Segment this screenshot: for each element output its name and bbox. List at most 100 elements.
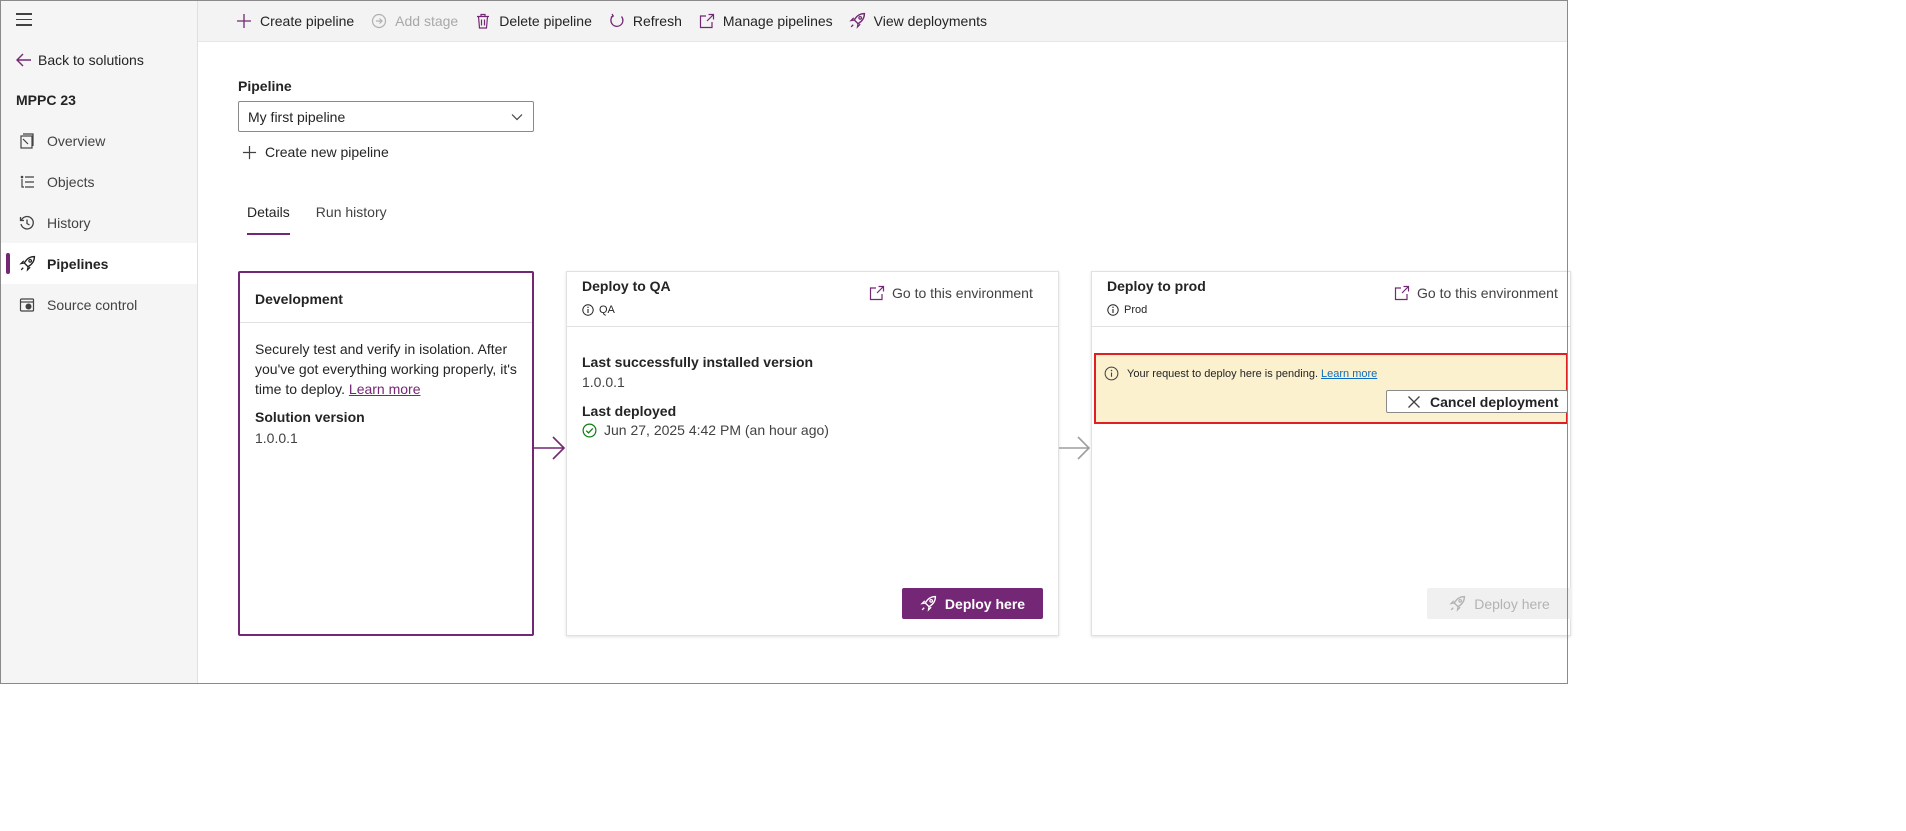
go-to-environment-link[interactable]: Go to this environment — [1394, 285, 1558, 301]
stage-arrow-icon — [534, 436, 566, 460]
open-external-icon — [869, 285, 885, 301]
tab-label: Details — [247, 204, 290, 220]
view-deployments-button[interactable]: View deployments — [849, 12, 987, 30]
tab-details[interactable]: Details — [238, 204, 299, 236]
stage-environment: Prod — [1107, 304, 1147, 316]
info-icon — [1107, 304, 1119, 316]
add-stage-button[interactable]: Add stage — [370, 12, 458, 30]
tab-run-history[interactable]: Run history — [307, 204, 396, 236]
view-deployments-label: View deployments — [873, 12, 988, 29]
objects-icon — [18, 173, 36, 191]
plus-icon — [242, 145, 257, 159]
nav-item-overview[interactable]: Overview — [0, 120, 197, 161]
nav-item-source-control[interactable]: Source control — [0, 284, 197, 325]
divider — [240, 322, 532, 323]
close-icon — [1408, 395, 1420, 408]
stage-title: Development — [255, 291, 343, 307]
open-external-icon — [698, 12, 716, 30]
back-label: Back to solutions — [38, 52, 144, 68]
create-new-pipeline-button[interactable]: Create new pipeline — [242, 144, 389, 160]
solution-name: MPPC 23 — [16, 92, 76, 108]
refresh-label: Refresh — [632, 12, 682, 29]
delete-pipeline-button[interactable]: Delete pipeline — [474, 12, 592, 30]
deploy-here-label: Deploy here — [944, 595, 1026, 612]
rocket-icon — [18, 255, 36, 273]
solution-version-value: 1.0.0.1 — [255, 430, 298, 446]
nav-label: Overview — [47, 132, 106, 149]
environment-name: QA — [599, 304, 615, 316]
nav-label: Pipelines — [47, 255, 109, 272]
stage-description: Securely test and verify in isolation. A… — [255, 339, 520, 399]
pipeline-tabs: Details Run history — [238, 204, 396, 236]
pipeline-label: Pipeline — [238, 78, 292, 94]
info-icon — [1104, 366, 1119, 381]
pipeline-dropdown[interactable]: My first pipeline — [238, 101, 534, 132]
solution-version-label: Solution version — [255, 409, 365, 425]
rocket-icon — [920, 595, 937, 612]
stage-arrow-icon — [1059, 436, 1091, 460]
last-deployed-text: Jun 27, 2025 4:42 PM (an hour ago) — [604, 422, 829, 438]
pending-message: Your request to deploy here is pending. … — [1104, 366, 1377, 381]
divider — [567, 326, 1058, 327]
overview-icon — [18, 132, 36, 150]
last-deployed-value: Jun 27, 2025 4:42 PM (an hour ago) — [582, 422, 829, 438]
rocket-icon — [849, 12, 867, 30]
trash-icon — [474, 12, 492, 30]
tab-label: Run history — [315, 204, 387, 220]
manage-pipelines-label: Manage pipelines — [722, 12, 833, 29]
manage-pipelines-button[interactable]: Manage pipelines — [698, 12, 833, 30]
learn-more-link[interactable]: Learn more — [1321, 368, 1377, 380]
chevron-down-icon — [511, 114, 523, 121]
pipeline-selected-value: My first pipeline — [248, 108, 346, 125]
stage-title: Deploy to QA — [582, 278, 671, 294]
info-icon — [582, 304, 594, 316]
stage-card-development[interactable]: Development Securely test and verify in … — [238, 271, 534, 636]
nav-item-history[interactable]: History — [0, 202, 197, 243]
stage-card-prod: Deploy to prod Prod Go to this environme… — [1091, 271, 1572, 636]
stage-card-qa: Deploy to QA QA Go to this environment L… — [566, 271, 1059, 636]
left-nav: Back to solutions MPPC 23 Overview Objec… — [0, 0, 198, 684]
nav-label: Source control — [47, 296, 138, 313]
stage-title: Deploy to prod — [1107, 278, 1206, 294]
pending-text: Your request to deploy here is pending. — [1127, 367, 1319, 380]
go-to-environment-label: Go to this environment — [892, 285, 1033, 301]
add-stage-label: Add stage — [395, 12, 459, 29]
last-deployed-label: Last deployed — [582, 403, 677, 419]
go-to-environment-label: Go to this environment — [1417, 285, 1558, 301]
deploy-here-button[interactable]: Deploy here — [1427, 588, 1572, 619]
arrow-left-icon — [16, 53, 31, 67]
solution-nav: Overview Objects History Pipelines Sourc… — [0, 120, 197, 325]
create-pipeline-label: Create pipeline — [260, 12, 355, 29]
deploy-here-button[interactable]: Deploy here — [902, 588, 1043, 619]
delete-pipeline-label: Delete pipeline — [499, 12, 592, 29]
create-new-pipeline-label: Create new pipeline — [265, 144, 389, 160]
create-pipeline-button[interactable]: Create pipeline — [235, 12, 354, 30]
nav-item-objects[interactable]: Objects — [0, 161, 197, 202]
source-control-icon — [18, 296, 36, 314]
pending-deployment-banner: Your request to deploy here is pending. … — [1094, 353, 1568, 424]
nav-item-pipelines[interactable]: Pipelines — [0, 243, 197, 284]
nav-label: Objects — [47, 173, 95, 190]
refresh-button[interactable]: Refresh — [608, 12, 682, 30]
last-installed-label: Last successfully installed version — [582, 354, 814, 370]
go-to-environment-link[interactable]: Go to this environment — [869, 285, 1033, 301]
stage-environment: QA — [582, 304, 615, 316]
history-icon — [18, 214, 36, 232]
refresh-icon — [608, 12, 626, 30]
arrow-circle-right-icon — [370, 12, 388, 30]
nav-label: History — [47, 214, 91, 231]
cancel-deployment-button[interactable]: Cancel deployment — [1386, 390, 1568, 413]
open-external-icon — [1394, 285, 1410, 301]
last-installed-value: 1.0.0.1 — [582, 374, 625, 390]
rocket-icon — [1449, 595, 1466, 612]
success-check-icon — [582, 423, 597, 437]
command-bar: Create pipeline Add stage Delete pipelin… — [198, 0, 1568, 42]
back-to-solutions-link[interactable]: Back to solutions — [16, 52, 144, 68]
environment-name: Prod — [1124, 304, 1148, 316]
divider — [1092, 326, 1570, 327]
deploy-here-label: Deploy here — [1474, 595, 1550, 612]
cancel-deployment-label: Cancel deployment — [1430, 393, 1559, 410]
plus-icon — [235, 12, 253, 30]
hamburger-menu-icon[interactable] — [16, 13, 34, 29]
learn-more-link[interactable]: Learn more — [349, 381, 421, 397]
